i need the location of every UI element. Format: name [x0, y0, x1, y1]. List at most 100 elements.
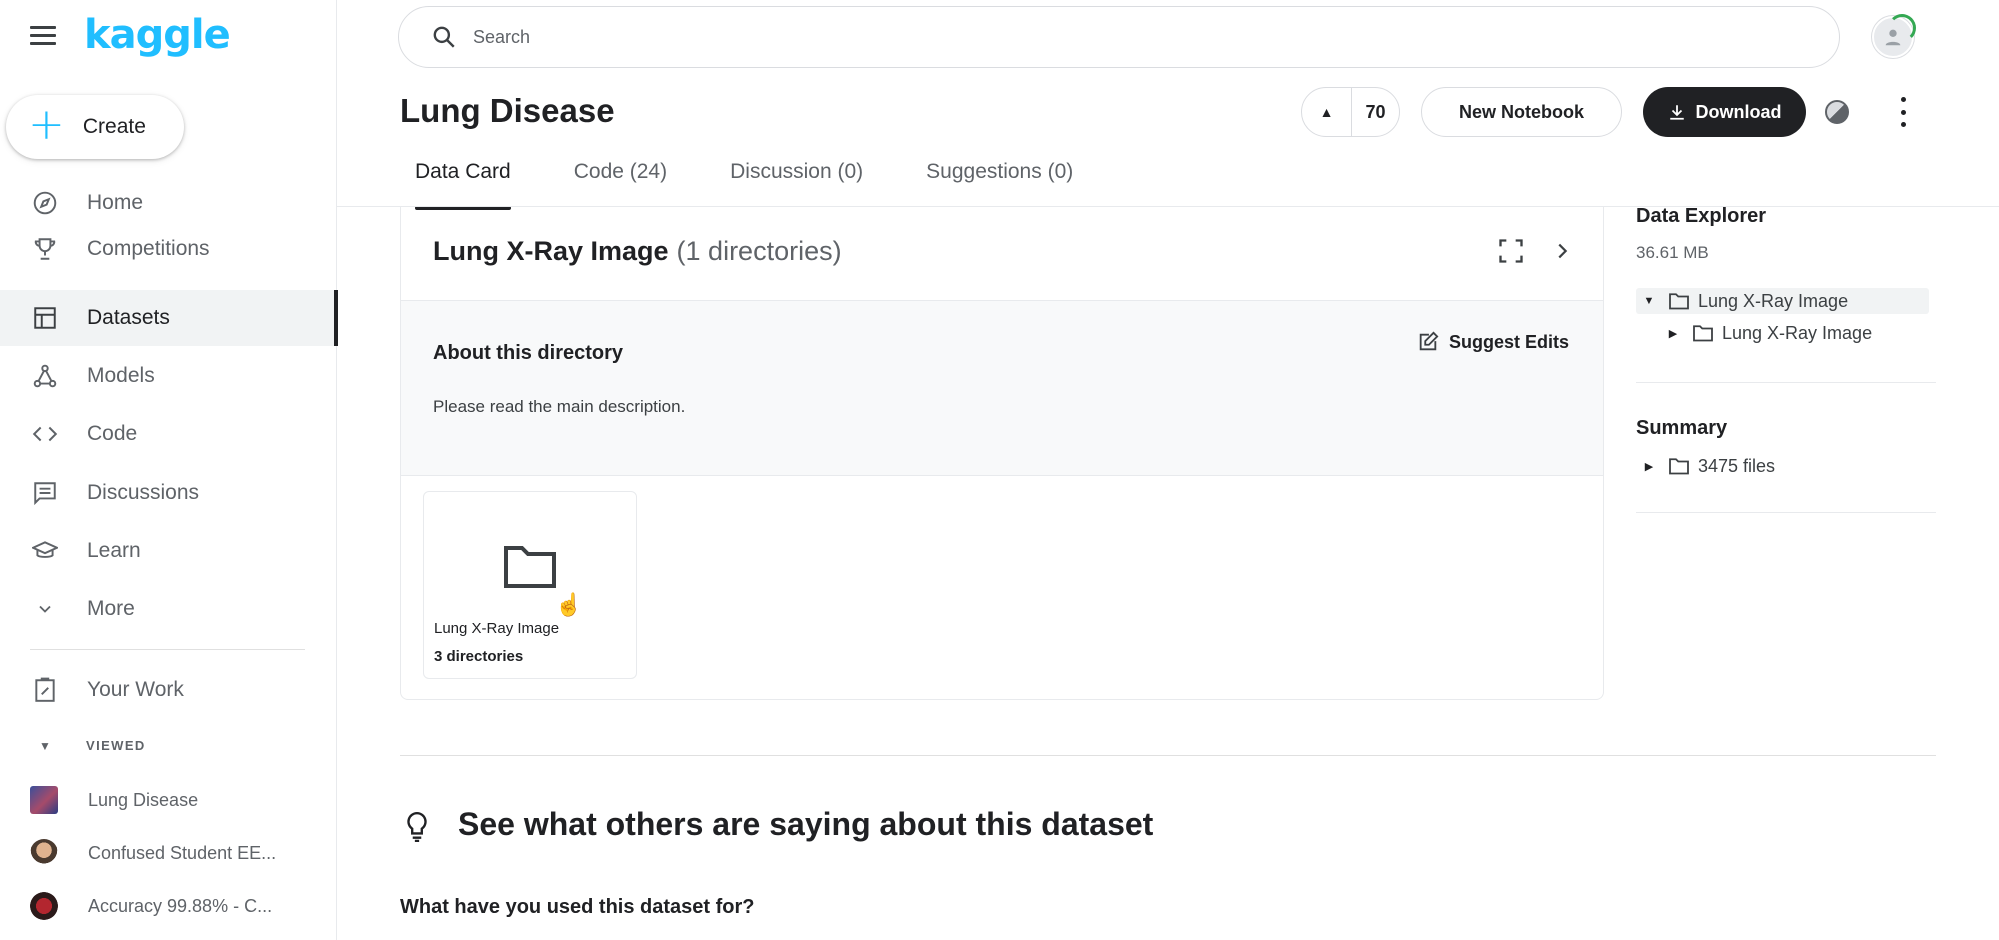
- kaggle-logo[interactable]: kaggle: [84, 12, 231, 58]
- discussion-section-heading: See what others are saying about this da…: [458, 806, 1154, 842]
- compass-icon: [30, 188, 60, 218]
- sidebar-item-label: Competitions: [87, 237, 210, 260]
- folder-name: Lung X-Ray Image: [434, 620, 560, 637]
- viewed-item[interactable]: Accuracy 99.88% - C...: [30, 886, 272, 926]
- data-size: 36.61 MB: [1636, 243, 1709, 262]
- notebook-thumbnail: [30, 892, 58, 920]
- tree-item-child[interactable]: ▶ Lung X-Ray Image: [1660, 320, 1872, 346]
- viewed-item-label: Accuracy 99.88% - C...: [88, 895, 273, 916]
- menu-icon[interactable]: [30, 26, 56, 48]
- notebook-thumbnail: [30, 839, 58, 867]
- viewed-item-label: Confused Student EE...: [88, 842, 277, 863]
- clipboard-edit-icon: [30, 675, 60, 705]
- chevron-right-icon[interactable]: [1551, 240, 1573, 262]
- pointer-cursor-icon: ☝: [555, 592, 583, 617]
- discussion-icon: [30, 478, 60, 508]
- more-options-icon[interactable]: [1898, 97, 1908, 127]
- viewed-header[interactable]: ▼ VIEWED: [30, 738, 146, 753]
- tree-item-label: Lung X-Ray Image: [1698, 290, 1849, 311]
- sidebar-item-discussions[interactable]: Discussions: [0, 465, 337, 521]
- chevron-down-icon: [30, 594, 60, 624]
- search-input[interactable]: [473, 26, 1373, 48]
- about-title: About this directory: [433, 342, 624, 364]
- summary-files-row[interactable]: ▶ 3475 files: [1636, 453, 1775, 479]
- viewed-item-label: Lung Disease: [88, 789, 199, 810]
- tab-data-card[interactable]: Data Card: [400, 160, 526, 210]
- create-label: Create: [82, 115, 146, 138]
- tab-discussion[interactable]: Discussion (0): [715, 160, 878, 208]
- vote-widget: ▲ 70: [1301, 87, 1400, 137]
- create-button[interactable]: + Create: [6, 95, 184, 159]
- folder-icon: [1693, 325, 1713, 342]
- summary-files: 3475 files: [1698, 455, 1776, 476]
- sidebar-item-your-work[interactable]: Your Work: [0, 662, 337, 718]
- directory-count: (1 directories): [676, 236, 842, 266]
- graduation-cap-icon: [30, 536, 60, 566]
- sidebar-item-learn[interactable]: Learn: [0, 523, 337, 579]
- suggest-edits-button[interactable]: Suggest Edits: [1417, 331, 1569, 353]
- sidebar-item-competitions[interactable]: Competitions: [0, 221, 337, 277]
- user-icon: [1885, 29, 1901, 46]
- trophy-icon: [30, 234, 60, 264]
- sidebar: kaggle + Create Home Competitions Datase…: [0, 0, 338, 940]
- search-icon: [433, 26, 455, 48]
- panel-divider: [1636, 512, 1936, 513]
- folder-meta: 3 directories: [434, 648, 524, 665]
- tree-item-label: Lung X-Ray Image: [1722, 322, 1873, 343]
- tab-suggestions[interactable]: Suggestions (0): [911, 160, 1088, 208]
- tab-code[interactable]: Code (24): [559, 160, 682, 208]
- caret-down-icon: ▼: [1643, 295, 1655, 307]
- about-directory: About this directory Suggest Edits Pleas…: [401, 301, 1603, 476]
- download-button[interactable]: Download: [1643, 87, 1806, 137]
- sidebar-item-label: Datasets: [87, 306, 170, 329]
- caret-up-icon: ▲: [1319, 104, 1334, 120]
- sidebar-item-label: Discussions: [87, 481, 200, 504]
- folder-icon: [504, 546, 556, 588]
- summary-title: Summary: [1636, 417, 1728, 439]
- usage-question: What have you used this dataset for?: [400, 896, 755, 918]
- sidebar-item-label: Your Work: [87, 678, 184, 701]
- sidebar-item-label: Home: [87, 191, 144, 214]
- sidebar-item-label: Learn: [87, 539, 141, 562]
- sidebar-item-code[interactable]: Code: [0, 406, 337, 462]
- caret-right-icon: ▶: [1668, 327, 1678, 340]
- contrast-icon[interactable]: [1825, 100, 1849, 124]
- about-description: Please read the main description.: [433, 397, 686, 416]
- viewed-label: VIEWED: [86, 738, 146, 753]
- viewed-item[interactable]: Lung Disease: [30, 780, 198, 820]
- directory-title: Lung X-Ray Image (1 directories): [433, 236, 842, 267]
- suggest-edits-label: Suggest Edits: [1449, 331, 1570, 352]
- table-icon: [30, 303, 60, 333]
- new-notebook-button[interactable]: New Notebook: [1421, 87, 1622, 137]
- viewed-item[interactable]: Confused Student EE...: [30, 833, 276, 873]
- tab-bar: Data Card Code (24) Discussion (0) Sugge…: [400, 160, 1121, 210]
- directory-name: Lung X-Ray Image: [433, 236, 669, 266]
- edit-icon: [1419, 331, 1439, 351]
- lightbulb-icon: [407, 811, 427, 843]
- fullscreen-icon[interactable]: [1497, 237, 1525, 265]
- directory-header: Lung X-Ray Image (1 directories): [401, 206, 1603, 301]
- dataset-thumbnail: [30, 786, 58, 814]
- search-bar[interactable]: [398, 6, 1840, 68]
- panel-divider: [1636, 382, 1936, 383]
- download-label: Download: [1695, 101, 1782, 122]
- section-divider: [400, 755, 1936, 756]
- folder-icon: [1669, 458, 1689, 475]
- avatar[interactable]: [1872, 14, 1916, 58]
- sidebar-item-more[interactable]: More: [0, 581, 337, 637]
- vote-count: 70: [1365, 101, 1386, 122]
- tree-item-root[interactable]: ▼ Lung X-Ray Image: [1636, 288, 1929, 314]
- models-icon: [30, 361, 60, 391]
- caret-right-icon: ▶: [1644, 460, 1654, 473]
- sidebar-item-label: Models: [87, 364, 155, 387]
- sidebar-item-models[interactable]: Models: [0, 348, 337, 404]
- upvote-button[interactable]: ▲: [1302, 88, 1352, 136]
- folder-icon: [1669, 293, 1689, 310]
- sidebar-item-label: More: [87, 597, 135, 620]
- folder-tile[interactable]: Lung X-Ray Image 3 directories: [423, 491, 637, 679]
- download-icon: [1669, 105, 1684, 120]
- sidebar-divider: [30, 649, 305, 650]
- sidebar-item-datasets[interactable]: Datasets: [0, 290, 338, 346]
- caret-down-icon: ▼: [39, 738, 51, 753]
- page-title: Lung Disease: [400, 92, 615, 129]
